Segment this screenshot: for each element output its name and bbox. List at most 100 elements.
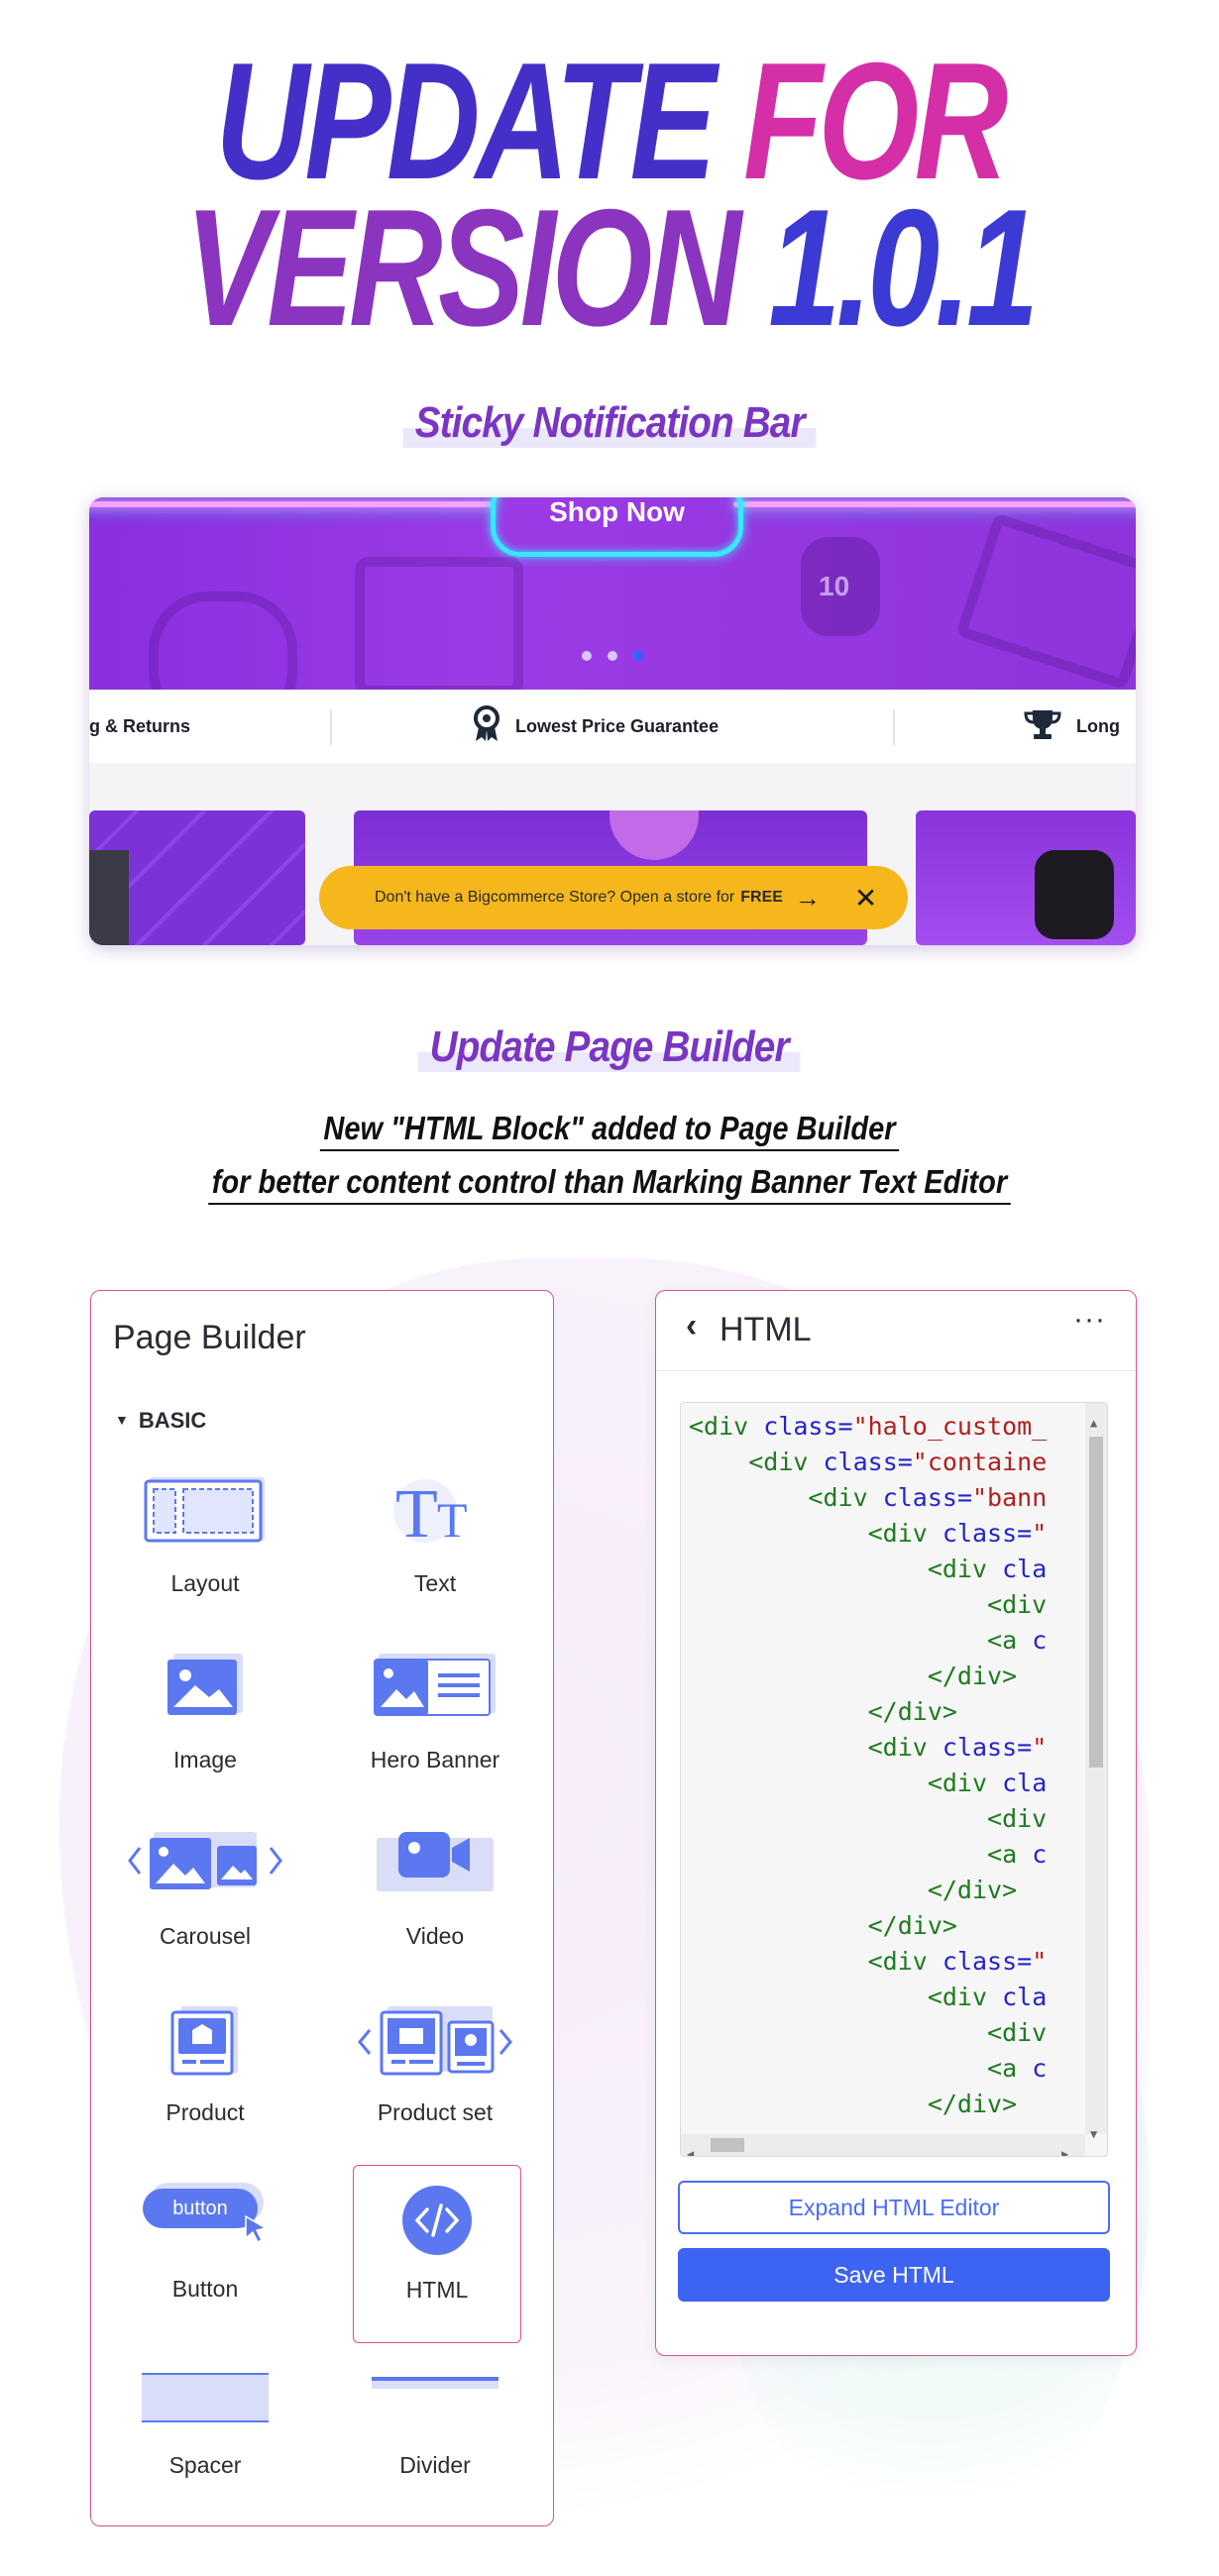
- carousel-dot[interactable]: [581, 651, 592, 661]
- page-builder-panel: Page Builder ▼ BASIC Layout T T Text Ima…: [90, 1290, 554, 2526]
- caret-down-icon: ▼: [115, 1412, 129, 1428]
- headphones-icon: [149, 591, 297, 690]
- block-text[interactable]: T T Text: [321, 1459, 549, 1628]
- carousel-dots[interactable]: [89, 648, 1136, 666]
- caption-line-2: for better content control than Marking …: [0, 1163, 1219, 1205]
- svg-text:T: T: [395, 1476, 438, 1547]
- feature-returns: g & Returns: [89, 715, 191, 736]
- scroll-down-icon[interactable]: ▼: [1090, 2116, 1097, 2152]
- block-video[interactable]: Video: [321, 1812, 549, 1981]
- scroll-thumb[interactable]: [1089, 1437, 1103, 1768]
- title-word-version: VERSION: [184, 174, 742, 361]
- vertical-scrollbar[interactable]: ▲ ▼: [1085, 1403, 1107, 2141]
- block-hero-banner[interactable]: Hero Banner: [321, 1636, 549, 1804]
- code-line: <div class="bann: [808, 1483, 1048, 1512]
- sticky-notification-bar[interactable]: Don't have a Bigcommerce Store? Open a s…: [319, 866, 908, 929]
- html-code-icon: [400, 2184, 474, 2262]
- code-line: <div class="halo_custom_: [689, 1412, 1048, 1441]
- feature-divider: [330, 709, 332, 745]
- code-line: <div: [987, 2018, 1048, 2047]
- code-line: <a c: [987, 1840, 1048, 1869]
- block-product-set[interactable]: Product set: [321, 1988, 549, 2157]
- block-spacer[interactable]: Spacer: [91, 2341, 319, 2510]
- title-line-2: VERSION 1.0.1: [134, 184, 1084, 351]
- html-panel-title: HTML: [720, 1311, 812, 1348]
- html-editor-panel: ‹ HTML ··· <div class="halo_custom_ <div…: [655, 1290, 1137, 2356]
- button-icon-pill: button: [143, 2189, 258, 2228]
- feature-bar: g & Returns Lowest Price Guarantee Long: [89, 690, 1136, 763]
- save-html-button[interactable]: Save HTML: [678, 2248, 1110, 2302]
- code-line: </div>: [927, 2090, 1018, 2118]
- sticky-bar-screenshot: Shop Now 10 g & Returns Lowest Price Gua…: [89, 497, 1136, 945]
- neon-line-right: [733, 501, 1136, 507]
- code-line: </div>: [927, 1876, 1018, 1904]
- divider-icon: [372, 2377, 499, 2396]
- chair-shape: [1035, 850, 1114, 939]
- close-icon[interactable]: ✕: [854, 882, 877, 914]
- neon-line-left: [89, 501, 496, 507]
- code-line: <div class=": [867, 1519, 1048, 1548]
- code-line: </div>: [867, 1911, 957, 1940]
- svg-text:T: T: [437, 1492, 468, 1547]
- caption-line-1: New "HTML Block" added to Page Builder: [0, 1110, 1219, 1151]
- code-line: <div class="containe: [748, 1448, 1048, 1476]
- chevron-left-icon[interactable]: ‹: [686, 1307, 697, 1345]
- basic-group-toggle[interactable]: ▼ BASIC: [115, 1408, 206, 1434]
- code-line: </div>: [927, 1662, 1018, 1690]
- code-line: <a c: [987, 1626, 1048, 1655]
- block-carousel[interactable]: Carousel: [91, 1812, 319, 1981]
- code-line: <a c: [987, 2054, 1048, 2083]
- scroll-left-icon[interactable]: ◀: [687, 2136, 694, 2156]
- promo-card[interactable]: [89, 810, 305, 945]
- watch-icon: 10: [801, 537, 880, 636]
- hero-banner: Shop Now 10: [89, 497, 1136, 690]
- horizontal-scrollbar[interactable]: ◀ ▶: [681, 2134, 1085, 2156]
- block-divider[interactable]: Divider: [321, 2341, 549, 2510]
- title-version-number: 1.0.1: [768, 174, 1039, 361]
- shop-now-button[interactable]: Shop Now: [491, 497, 743, 527]
- page-builder-title: Page Builder: [113, 1319, 306, 1356]
- block-html[interactable]: HTML: [353, 2165, 521, 2343]
- code-line: </div>: [867, 1697, 957, 1726]
- cursor-icon: [245, 2214, 268, 2244]
- award-ribbon-icon: [472, 704, 501, 748]
- video-icon: [371, 1828, 499, 1898]
- more-options-icon[interactable]: ···: [1073, 1303, 1106, 1337]
- button-icon: button: [139, 2181, 272, 2246]
- block-button[interactable]: button Button: [91, 2165, 319, 2333]
- scroll-thumb[interactable]: [711, 2138, 744, 2152]
- block-image[interactable]: Image: [91, 1636, 319, 1804]
- scroll-right-icon[interactable]: ▶: [1061, 2136, 1068, 2156]
- code-line: <div class=": [867, 1733, 1048, 1762]
- image-icon: [166, 1652, 245, 1722]
- feature-long: Long: [1023, 690, 1120, 763]
- arrow-right-icon[interactable]: →: [795, 883, 821, 913]
- code-line: <div cla: [927, 1983, 1048, 2011]
- promo-card[interactable]: [916, 810, 1136, 945]
- code-line: <div: [987, 1590, 1048, 1619]
- expand-html-editor-button[interactable]: Expand HTML Editor: [678, 2181, 1110, 2234]
- code-line: <div class=": [867, 1947, 1048, 1976]
- tablet-icon: [355, 557, 523, 690]
- html-panel-header: ‹ HTML ···: [656, 1291, 1136, 1371]
- speaker-shape: [89, 850, 129, 945]
- html-code-editor[interactable]: <div class="halo_custom_ <div class="con…: [680, 1402, 1108, 2157]
- layout-icon: [144, 1475, 267, 1548]
- lamp-shape: [610, 810, 699, 860]
- scroll-up-icon[interactable]: ▲: [1090, 1405, 1097, 1441]
- product-set-icon: [356, 2004, 514, 2081]
- feature-lowest-price: Lowest Price Guarantee: [472, 690, 719, 763]
- carousel-dot-active[interactable]: [633, 651, 644, 661]
- trophy-icon: [1023, 708, 1062, 745]
- feature-divider: [893, 709, 895, 745]
- text-icon: T T: [386, 1475, 485, 1553]
- code-line: <div cla: [927, 1555, 1048, 1583]
- block-product[interactable]: Product: [91, 1988, 319, 2157]
- code-line: <div cla: [927, 1769, 1048, 1797]
- spacer-icon: [142, 2373, 269, 2427]
- block-layout[interactable]: Layout: [91, 1459, 319, 1628]
- hero-banner-icon: [373, 1652, 498, 1722]
- code-lines: <div class="halo_custom_ <div class="con…: [689, 1409, 1083, 2122]
- carousel-dot[interactable]: [608, 651, 617, 661]
- product-icon: [170, 2004, 240, 2081]
